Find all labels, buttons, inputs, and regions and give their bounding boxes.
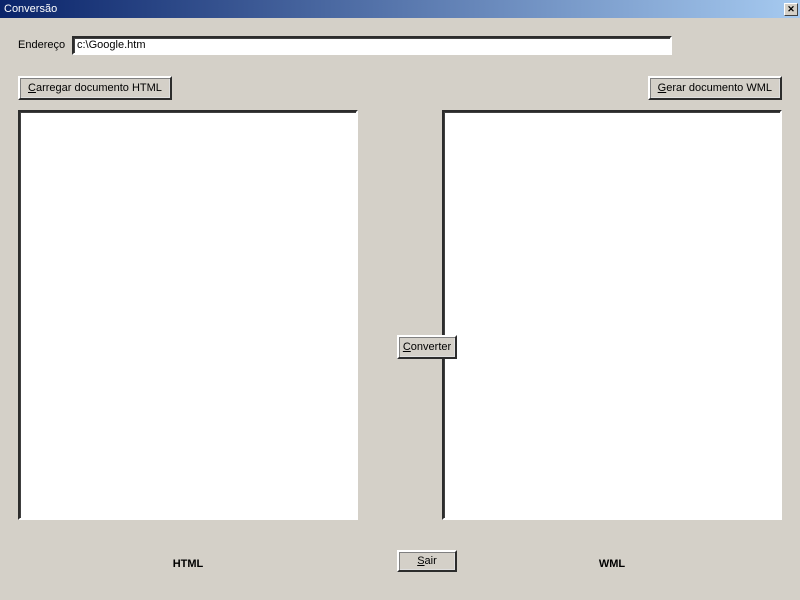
client-area: Endereço Carregar documento HTML Gerar d… xyxy=(0,18,800,600)
app-window: Conversão ✕ Endereço Carregar documento … xyxy=(0,0,800,600)
html-panel[interactable] xyxy=(18,110,358,520)
wml-panel[interactable] xyxy=(442,110,782,520)
bottom-row: HTML Sair WML xyxy=(18,550,782,574)
button-label-rest: arregar documento HTML xyxy=(36,82,162,94)
wml-label: WML xyxy=(442,558,782,570)
mnemonic: S xyxy=(417,555,424,567)
address-row: Endereço xyxy=(18,35,782,55)
mnemonic: C xyxy=(403,341,411,353)
titlebar: Conversão ✕ xyxy=(0,0,800,18)
mnemonic: G xyxy=(658,82,667,94)
convert-button[interactable]: Converter xyxy=(397,335,457,359)
address-input[interactable] xyxy=(72,36,672,55)
address-label: Endereço xyxy=(18,39,72,51)
mnemonic: C xyxy=(28,82,36,94)
html-label: HTML xyxy=(18,558,358,570)
load-html-button[interactable]: Carregar documento HTML xyxy=(18,76,172,100)
button-label-rest: onverter xyxy=(411,341,451,353)
button-label-rest: erar documento WML xyxy=(666,82,772,94)
panels-container: Converter xyxy=(18,110,782,562)
button-label-rest: air xyxy=(425,555,437,567)
close-icon[interactable]: ✕ xyxy=(784,3,798,16)
window-title: Conversão xyxy=(2,3,784,15)
generate-wml-button[interactable]: Gerar documento WML xyxy=(648,76,782,100)
